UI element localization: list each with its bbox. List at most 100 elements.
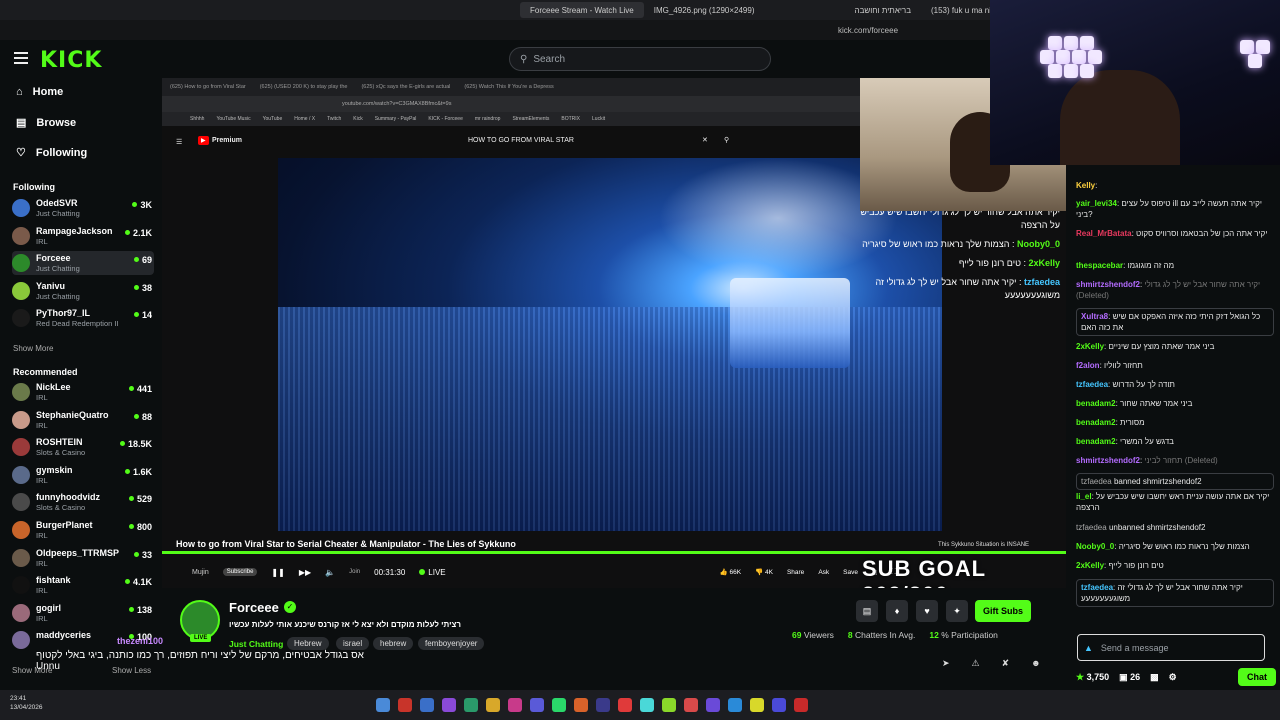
taskbar-app-icon[interactable] <box>442 698 456 712</box>
chat-bubble-icon[interactable]: ▩ <box>1150 672 1159 683</box>
channel-viewers: 14 <box>134 310 152 320</box>
taskbar-app-icon[interactable] <box>728 698 742 712</box>
taskbar-app-icon[interactable] <box>398 698 412 712</box>
sidebar-channel-rampagejackson[interactable]: RampageJackson IRL 2.1K <box>12 224 154 248</box>
sidebar-channel-fishtank[interactable]: fishtank IRL 4.1K <box>12 573 154 597</box>
taskbar-app-icon[interactable] <box>552 698 566 712</box>
chat-username[interactable]: Xultra8 <box>1081 312 1108 321</box>
tag-israel[interactable]: israel <box>336 637 370 650</box>
taskbar-app-icon[interactable] <box>464 698 478 712</box>
show-more-following[interactable]: Show More <box>13 344 53 353</box>
chat-text: טים רונן פור לייף <box>1108 561 1164 570</box>
tag-hebrew-lower[interactable]: hebrew <box>373 637 414 650</box>
follow-heart-icon[interactable]: ♥ <box>916 600 938 622</box>
youtube-video-title: How to go from Viral Star to Serial Chea… <box>176 539 516 549</box>
sidebar-channel-stephaniequatro[interactable]: StephanieQuatro IRL 88 <box>12 408 154 432</box>
sidebar-channel-roshtein[interactable]: ROSHTEIN Slots & Casino 18.5K <box>12 435 154 459</box>
taskbar-app-icon[interactable] <box>662 698 676 712</box>
points[interactable]: ★ 3,750 <box>1076 672 1109 683</box>
chat-username[interactable]: shmirtzshendof2 <box>1076 280 1140 289</box>
taskbar-app-icon[interactable] <box>684 698 698 712</box>
chat-username[interactable]: tzfaedea <box>1081 477 1112 486</box>
chat-username[interactable]: tzfaedea <box>1081 583 1113 592</box>
taskbar-app-icon[interactable] <box>420 698 434 712</box>
nav-browse[interactable]: ▤ Browse <box>16 116 76 130</box>
nav-following[interactable]: ♡ Following <box>16 146 87 160</box>
taskbar-app-icon[interactable] <box>750 698 764 712</box>
tag-hebrew[interactable]: Hebrew <box>287 637 329 650</box>
chat-username[interactable]: yair_levi34 <box>1076 199 1117 208</box>
webcam-right <box>990 0 1280 165</box>
captured-youtube-header: ☰ ▶ Premium HOW TO GO FROM VIRAL STAR ✕ … <box>162 126 862 160</box>
chat-username[interactable]: Kelly <box>1076 181 1095 190</box>
chat-message: 2xKelly: טים רונן פור לייף <box>1076 561 1164 570</box>
report-icon[interactable]: ⚠ <box>972 658 980 669</box>
volume-icon[interactable]: 🔈 <box>325 568 335 577</box>
streamer-name[interactable]: Forceee <box>229 600 279 615</box>
chat-username[interactable]: benadam2 <box>1076 399 1116 408</box>
gift-subs-button[interactable]: Gift Subs <box>975 600 1031 622</box>
channel-avatar <box>12 521 30 539</box>
sidebar-channel-odedsvr[interactable]: OdedSVR Just Chatting 3K <box>12 196 154 220</box>
chat-username[interactable]: 2xKelly <box>1076 342 1104 351</box>
browser-tab-hebrew[interactable]: בריאתית וחושבה <box>845 2 921 18</box>
chat-username[interactable]: shmirtzshendof2 <box>1076 456 1140 465</box>
chat-emote-icon[interactable]: ▲ <box>1084 643 1093 653</box>
chat-text: מה זה מוגוגמו <box>1127 261 1175 270</box>
chat-send-button[interactable]: Chat <box>1238 668 1276 686</box>
notification-bell-icon[interactable]: ♦ <box>886 600 908 622</box>
taskbar-app-icon[interactable] <box>618 698 632 712</box>
sidebar-channel-oldpeeps_ttrmsp[interactable]: Oldpeeps_TTRMSP IRL 33 <box>12 546 154 570</box>
taskbar-app-icon[interactable] <box>376 698 390 712</box>
settings-icon[interactable]: ⚙ <box>1169 672 1177 683</box>
tag-femboyenjoyer[interactable]: femboyenjoyer <box>418 637 485 650</box>
chat-username[interactable]: benadam2 <box>1076 437 1116 446</box>
sidebar-channel-nicklee[interactable]: NickLee IRL 441 <box>12 380 154 404</box>
sidebar-channel-gymskin[interactable]: gymskin IRL 1.6K <box>12 463 154 487</box>
stream-category[interactable]: Just Chatting <box>229 639 283 649</box>
clip-icon-2[interactable]: ✘ <box>1002 658 1010 669</box>
chat-username[interactable]: tzfaedea <box>1076 523 1107 532</box>
sidebar-channel-forceee[interactable]: Forceee Just Chatting 69 <box>12 251 154 276</box>
chat-username[interactable]: Real_MrBatata <box>1076 229 1132 238</box>
progress-bar[interactable] <box>162 551 1066 554</box>
light-hexagon <box>1072 50 1086 64</box>
taskbar-app-icon[interactable] <box>596 698 610 712</box>
chat-username[interactable]: li_el <box>1076 492 1092 501</box>
taskbar-app-icon[interactable] <box>772 698 786 712</box>
user-icon[interactable]: ☻ <box>1031 658 1040 669</box>
kick-logo[interactable]: KICK <box>40 48 102 73</box>
sidebar-channel-pythor97_il[interactable]: PyThor97_IL Red Dead Redemption II 14 <box>12 306 154 330</box>
browser-url[interactable]: kick.com/forceee <box>838 26 898 35</box>
share-icon[interactable]: ➤ <box>942 658 950 669</box>
menu-icon[interactable] <box>14 52 28 64</box>
sidebar-channel-yanivu[interactable]: Yanivu Just Chatting 38 <box>12 279 154 303</box>
nav-home[interactable]: ⌂ Home <box>16 86 63 98</box>
chat-count[interactable]: ▣ 26 <box>1119 672 1140 683</box>
chat-username[interactable]: tzfaedea <box>1076 380 1108 389</box>
taskbar-app-icon[interactable] <box>508 698 522 712</box>
taskbar-app-icon[interactable] <box>574 698 588 712</box>
taskbar-app-icon[interactable] <box>706 698 720 712</box>
taskbar-app-icon[interactable] <box>794 698 808 712</box>
sidebar-channel-gogirl[interactable]: gogirl IRL 138 <box>12 601 154 625</box>
chat-username[interactable]: benadam2 <box>1076 418 1116 427</box>
sidebar-channel-funnyhoodvidz[interactable]: funnyhoodvidz Slots & Casino 529 <box>12 490 154 514</box>
browser-tab-kick[interactable]: Forceee Stream - Watch Live <box>520 2 644 18</box>
sparkle-icon[interactable]: ✦ <box>946 600 968 622</box>
chat-username[interactable]: Nooby0_0 <box>1076 542 1114 551</box>
next-icon[interactable]: ▶▶ <box>299 568 311 577</box>
browser-tab-image[interactable]: IMG_4926.png (1290×2499) <box>644 2 765 18</box>
chat-username[interactable]: f2alon <box>1076 361 1100 370</box>
taskbar-app-icon[interactable] <box>640 698 654 712</box>
chat-input[interactable]: ▲ Send a message <box>1077 634 1265 661</box>
sidebar-channel-burgerplanet[interactable]: BurgerPlanet IRL 800 <box>12 518 154 542</box>
chat-message: li_el: יקיר אם אתה עושה עניית ראש יחשבו … <box>1076 492 1270 512</box>
theater-mode-button[interactable]: ▤ <box>856 600 878 622</box>
search-input[interactable]: ⚲ Search <box>509 47 771 71</box>
chat-username[interactable]: 2xKelly <box>1076 561 1104 570</box>
taskbar-app-icon[interactable] <box>530 698 544 712</box>
taskbar-app-icon[interactable] <box>486 698 500 712</box>
chat-username[interactable]: thespacebar <box>1076 261 1123 270</box>
pause-icon[interactable]: ❚❚ <box>271 568 284 577</box>
